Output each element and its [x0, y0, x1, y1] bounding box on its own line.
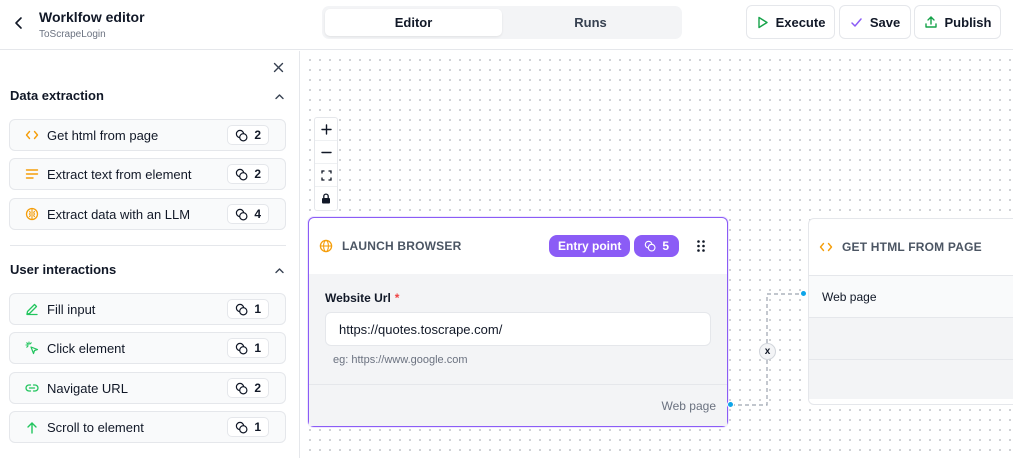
drag-handle[interactable] — [693, 238, 709, 254]
code-icon — [819, 242, 833, 252]
task-item-fill-input[interactable]: Fill input 1 — [9, 293, 286, 325]
task-item-extract-text[interactable]: Extract text from element 2 — [9, 158, 286, 190]
output-label-web-page: Web page — [661, 398, 717, 413]
node-output: Web page — [309, 384, 727, 426]
section-divider — [10, 245, 286, 246]
publish-label: Publish — [944, 14, 992, 30]
coins-icon — [236, 129, 248, 142]
publish-button[interactable]: Publish — [914, 5, 1001, 39]
chevron-left-icon — [15, 17, 22, 29]
task-item-label: Extract text from element — [47, 166, 192, 182]
coins-icon — [236, 421, 248, 434]
upload-icon — [924, 16, 937, 28]
credit-count: 4 — [254, 207, 261, 221]
task-item-click-element[interactable]: Click element 1 — [9, 332, 286, 364]
section-title-data-extraction[interactable]: Data extraction — [10, 88, 104, 103]
credit-badge: 2 — [227, 378, 269, 398]
collapse-data-extraction-button[interactable] — [272, 89, 286, 103]
view-tabs: Editor Runs — [322, 6, 682, 39]
credit-badge: 1 — [227, 299, 269, 319]
task-item-label: Extract data with an LLM — [47, 206, 191, 222]
section-title-user-interactions[interactable]: User interactions — [10, 262, 116, 277]
close-sidebar-button[interactable] — [270, 59, 286, 75]
output-handle[interactable] — [727, 401, 734, 408]
task-item-label: Get html from page — [47, 127, 159, 143]
coins-icon — [236, 303, 248, 316]
code-icon — [25, 128, 39, 142]
coins-icon — [236, 342, 248, 355]
coins-icon — [236, 382, 248, 395]
credit-badge: 1 — [227, 417, 269, 437]
task-item-label: Fill input — [47, 301, 96, 317]
workflow-title: Worklfow editor — [39, 9, 145, 25]
collapse-user-interactions-button[interactable] — [272, 263, 286, 277]
credit-count: 1 — [254, 302, 261, 316]
task-item-label: Navigate URL — [47, 380, 128, 396]
credit-count: 1 — [254, 420, 261, 434]
execute-label: Execute — [775, 14, 826, 30]
globe-icon — [319, 239, 333, 253]
credit-count: 2 — [254, 167, 261, 181]
grip-icon — [697, 240, 705, 252]
node-launch-browser[interactable]: LAUNCH BROWSER Entry point 5 Website Url… — [308, 217, 728, 427]
play-icon — [757, 16, 768, 28]
node-credit-badge: 5 — [634, 235, 679, 257]
coins-icon — [236, 208, 248, 221]
flow-canvas[interactable]: x LAUNCH BROWSER Entry point 5 Website U… — [301, 51, 1013, 458]
close-icon — [273, 62, 283, 72]
link-icon — [25, 381, 39, 395]
back-button[interactable] — [8, 12, 30, 34]
save-label: Save — [869, 14, 901, 30]
node-section — [809, 317, 1013, 359]
entry-point-badge: Entry point — [548, 235, 631, 257]
website-url-input[interactable] — [325, 312, 711, 346]
save-button[interactable]: Save — [839, 5, 911, 39]
task-item-scroll-to-element[interactable]: Scroll to element 1 — [9, 411, 286, 443]
coins-icon — [645, 240, 656, 252]
credit-count: 1 — [254, 341, 261, 355]
input-handle[interactable] — [800, 290, 807, 297]
credit-badge: 2 — [227, 125, 269, 145]
task-menu-sidebar: Data extraction Get html from page 2 Ext… — [0, 51, 300, 458]
node-inputs: Website Url* eg: https://www.google.com — [309, 274, 727, 384]
node-title: LAUNCH BROWSER — [342, 239, 462, 253]
execute-button[interactable]: Execute — [746, 5, 835, 39]
text-lines-icon — [25, 167, 39, 181]
node-output — [809, 359, 1013, 399]
coins-icon — [236, 168, 248, 181]
website-url-label: Website Url * — [325, 291, 400, 305]
credit-count: 2 — [254, 381, 261, 395]
node-header: LAUNCH BROWSER Entry point 5 — [309, 218, 727, 274]
credit-badge: 4 — [227, 204, 269, 224]
node-input-web-page: Web page — [809, 275, 1013, 317]
tab-runs[interactable]: Runs — [502, 9, 679, 36]
credit-count: 2 — [254, 128, 261, 142]
credit-badge: 2 — [227, 164, 269, 184]
input-label-web-page: Web page — [822, 289, 877, 304]
edge-delete-button[interactable]: x — [759, 343, 776, 360]
workflow-name: ToScrapeLogin — [39, 29, 106, 40]
task-item-get-html[interactable]: Get html from page 2 — [9, 119, 286, 151]
chevron-up-icon — [274, 93, 284, 99]
node-title: GET HTML FROM PAGE — [842, 240, 982, 254]
credit-badge: 1 — [227, 338, 269, 358]
pencil-icon — [25, 302, 39, 316]
top-bar: Worklfow editor ToScrapeLogin Editor Run… — [0, 0, 1013, 50]
check-icon — [851, 17, 862, 27]
node-get-html[interactable]: GET HTML FROM PAGE Web page — [808, 218, 1013, 405]
chevron-up-icon — [274, 267, 284, 273]
pointer-click-icon — [25, 341, 39, 355]
brain-icon — [25, 207, 39, 221]
website-url-hint: eg: https://www.google.com — [333, 354, 468, 366]
task-item-label: Scroll to element — [47, 419, 144, 435]
task-item-extract-llm[interactable]: Extract data with an LLM 4 — [9, 198, 286, 230]
arrow-up-icon — [25, 420, 39, 434]
task-item-label: Click element — [47, 340, 126, 356]
task-item-navigate-url[interactable]: Navigate URL 2 — [9, 372, 286, 404]
node-header: GET HTML FROM PAGE — [809, 219, 1013, 275]
tab-editor[interactable]: Editor — [325, 9, 502, 36]
credit-count: 5 — [662, 239, 669, 253]
